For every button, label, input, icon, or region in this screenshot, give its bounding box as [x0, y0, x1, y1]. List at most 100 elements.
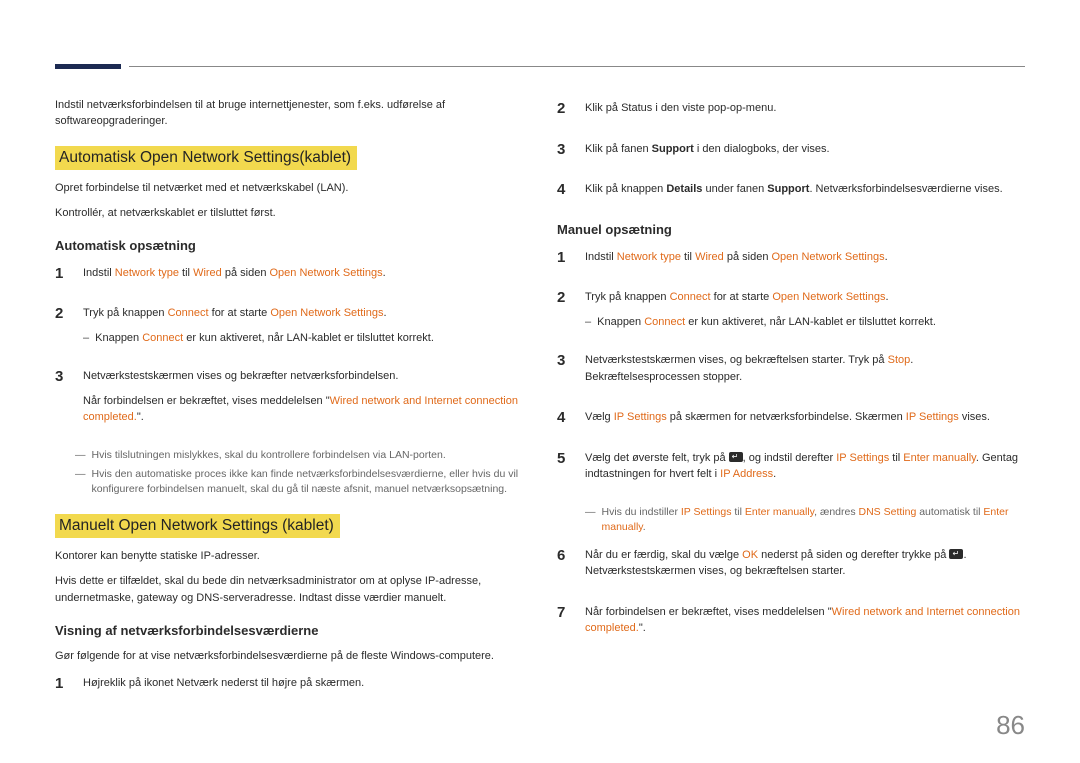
t: på siden	[724, 251, 772, 263]
page-content: Indstil netværksforbindelsen til at brug…	[55, 98, 1025, 713]
keyword: DNS Setting	[859, 506, 917, 518]
t: til	[889, 452, 903, 464]
keyword: Connect	[142, 332, 183, 344]
t: automatisk til	[916, 506, 983, 518]
step-number: 1	[557, 247, 573, 274]
t: Vælg	[585, 411, 614, 423]
step-body: Når du er færdig, skal du vælge OK neder…	[585, 545, 1025, 588]
t: , og indstil derefter	[743, 452, 837, 464]
t: , ændres	[814, 506, 858, 518]
chapter1-line1: Opret forbindelse til netværket med et n…	[55, 180, 523, 197]
long-dash-icon: ―	[585, 505, 596, 535]
t: Netværkstestskærmen vises og bekræfter n…	[83, 368, 523, 385]
keyword: Stop	[888, 354, 911, 366]
t: Når du er færdig, skal du vælge	[585, 549, 742, 561]
step-body: Netværkstestskærmen vises og bekræfter n…	[83, 366, 523, 434]
step-row: 1 Højreklik på ikonet Netværk nederst ti…	[55, 673, 523, 700]
step-body: Indstil Network type til Wired på siden …	[585, 247, 1025, 274]
step-row: 5 Vælg det øverste felt, tryk på , og in…	[557, 448, 1025, 491]
step-number: 2	[55, 303, 71, 352]
t: Indstil	[585, 251, 617, 263]
t: til	[681, 251, 695, 263]
subhead-view-values: Visning af netværksforbindelsesværdierne	[55, 623, 523, 638]
t: Højreklik på ikonet Netværk nederst til …	[83, 675, 523, 692]
t: .	[383, 307, 386, 319]
enter-icon	[949, 549, 963, 559]
footnote: ― Hvis den automatiske proces ikke kan f…	[75, 467, 523, 497]
keyword: Open Network Settings	[772, 251, 885, 263]
sub-note: – Knappen Connect er kun aktiveret, når …	[83, 330, 523, 347]
step-row: 3 Netværkstestskærmen vises, og bekræfte…	[557, 350, 1025, 393]
t: Når forbindelsen er bekræftet, vises med…	[585, 606, 832, 618]
keyword: IP Address	[720, 468, 773, 480]
chapter1-line2: Kontrollér, at netværkskablet er tilslut…	[55, 205, 523, 222]
t: .	[885, 291, 888, 303]
t: er kun aktiveret, når LAN-kablet er tils…	[685, 316, 936, 328]
t: .	[383, 267, 386, 279]
step-row: 1 Indstil Network type til Wired på side…	[557, 247, 1025, 274]
step-number: 2	[557, 287, 573, 336]
intro-text: Indstil netværksforbindelsen til at brug…	[55, 98, 523, 130]
keyword: Connect	[670, 291, 711, 303]
dash-icon: –	[585, 314, 591, 331]
t: vises.	[959, 411, 990, 423]
t: .	[643, 521, 646, 533]
step-body: Tryk på knappen Connect for at starte Op…	[585, 287, 1025, 336]
dash-icon: –	[83, 330, 89, 347]
step-body: Vælg det øverste felt, tryk på , og inds…	[585, 448, 1025, 491]
t: Hvis tilslutningen mislykkes, skal du ko…	[92, 448, 446, 463]
page-number: 86	[996, 710, 1025, 741]
step-row: 3 Klik på fanen Support i den dialogboks…	[557, 139, 1025, 166]
sub2-line: Gør følgende for at vise netværksforbind…	[55, 648, 523, 665]
t: Hvis den automatiske proces ikke kan fin…	[92, 467, 524, 497]
step-row: 4 Klik på knappen Details under fanen Su…	[557, 179, 1025, 206]
step-number: 7	[557, 602, 573, 645]
step-row: 6 Når du er færdig, skal du vælge OK ned…	[557, 545, 1025, 588]
keyword: Open Network Settings	[772, 291, 885, 303]
step-row: 2 Klik på Status i den viste pop-op-menu…	[557, 98, 1025, 125]
step-row: 2 Tryk på knappen Connect for at starte …	[557, 287, 1025, 336]
chapter-heading-auto: Automatisk Open Network Settings(kablet)	[55, 146, 357, 170]
header-accent-bar	[55, 64, 121, 69]
step-body: Når forbindelsen er bekræftet, vises med…	[585, 602, 1025, 645]
left-column: Indstil netværksforbindelsen til at brug…	[55, 98, 523, 713]
t: Tryk på knappen	[585, 291, 670, 303]
step-body: Indstil Network type til Wired på siden …	[83, 263, 523, 290]
t: er kun aktiveret, når LAN-kablet er tils…	[183, 332, 434, 344]
keyword: Open Network Settings	[270, 307, 383, 319]
subhead-auto-setup: Automatisk opsætning	[55, 238, 523, 253]
chapter-heading-manual: Manuelt Open Network Settings (kablet)	[55, 514, 340, 538]
step-body: Netværkstestskærmen vises, og bekræftels…	[585, 350, 1025, 393]
t: Hvis du indstiller	[602, 506, 681, 518]
step-body: Klik på Status i den viste pop-op-menu.	[585, 98, 1025, 125]
t: i den dialogboks, der vises.	[694, 143, 830, 155]
t: Netværkstestskærmen vises, og bekræftels…	[585, 354, 888, 366]
t: Vælg det øverste felt, tryk på	[585, 452, 729, 464]
step-number: 3	[557, 139, 573, 166]
step-body: Tryk på knappen Connect for at starte Op…	[83, 303, 523, 352]
chapter2-line1: Kontorer kan benytte statiske IP-adresse…	[55, 548, 523, 565]
bold: Support	[767, 183, 809, 195]
sub-note: – Knappen Connect er kun aktiveret, når …	[585, 314, 1025, 331]
keyword: Open Network Settings	[270, 267, 383, 279]
step-body: Vælg IP Settings på skærmen for netværks…	[585, 407, 1025, 434]
keyword: Enter manually	[745, 506, 814, 518]
step-number: 6	[557, 545, 573, 588]
keyword: Wired	[193, 267, 222, 279]
long-dash-icon: ―	[75, 467, 86, 497]
t: Klik på fanen	[585, 143, 652, 155]
t: Indstil	[83, 267, 115, 279]
keyword: Network type	[115, 267, 179, 279]
t: . Netværksforbindelsesværdierne vises.	[809, 183, 1002, 195]
t: for at starte	[209, 307, 271, 319]
header-rule	[129, 66, 1025, 67]
step-row: 1 Indstil Network type til Wired på side…	[55, 263, 523, 290]
step-number: 3	[55, 366, 71, 434]
t: til	[731, 506, 744, 518]
t: Tryk på knappen	[83, 307, 168, 319]
keyword: IP Settings	[906, 411, 959, 423]
step-number: 5	[557, 448, 573, 491]
step-number: 3	[557, 350, 573, 393]
t: på siden	[222, 267, 270, 279]
t: Klik på Status i den viste pop-op-menu.	[585, 100, 1025, 117]
